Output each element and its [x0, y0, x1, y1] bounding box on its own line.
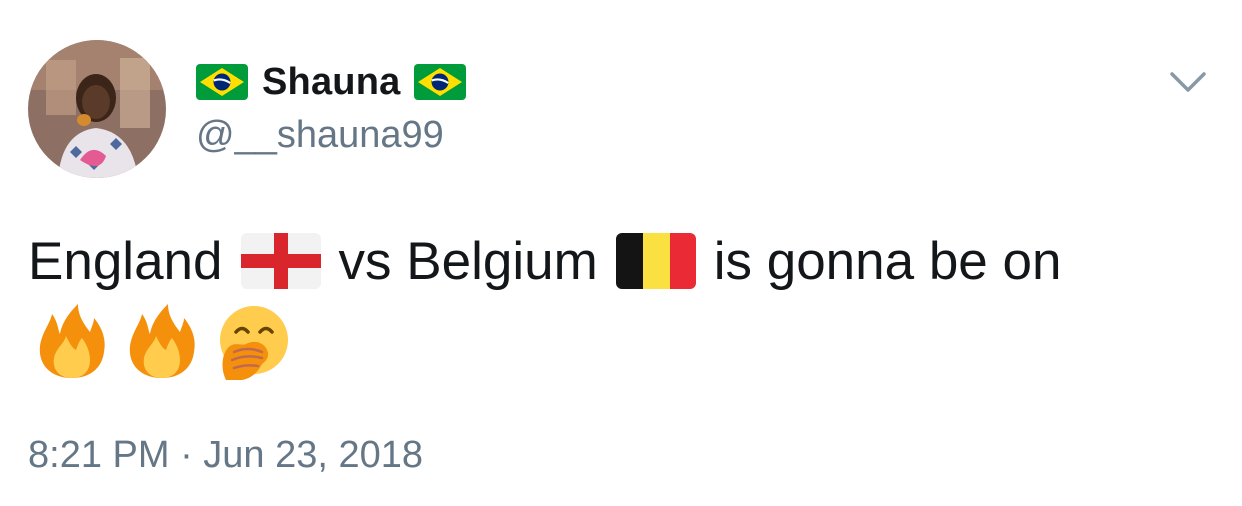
- tweet-text-segment: vs Belgium: [338, 231, 598, 291]
- england-flag-icon: [240, 233, 321, 289]
- chevron-down-icon[interactable]: [1168, 68, 1208, 96]
- tweet-timestamp[interactable]: 8:21 PM · Jun 23, 2018: [28, 434, 423, 477]
- belgium-flag-icon: [615, 233, 696, 289]
- tweet-text-segment: England: [28, 231, 223, 291]
- brazil-flag-icon: [414, 64, 467, 100]
- tweet-card: Shauna @__shauna99 England vs Belgium is…: [0, 0, 1242, 506]
- hand-over-mouth-face-icon: [212, 302, 292, 382]
- user-handle[interactable]: @__shauna99: [196, 114, 444, 157]
- tweet-emoji-line: [32, 302, 292, 382]
- fire-icon: [32, 302, 112, 382]
- avatar[interactable]: [28, 40, 166, 178]
- display-name-row[interactable]: Shauna: [196, 56, 467, 108]
- display-name: Shauna: [262, 60, 401, 103]
- tweet-text-segment: is gonna be on: [713, 231, 1062, 291]
- brazil-flag-icon: [196, 64, 248, 100]
- tweet-text: England vs Belgium is gonna be on: [28, 228, 1061, 294]
- fire-icon: [122, 302, 202, 382]
